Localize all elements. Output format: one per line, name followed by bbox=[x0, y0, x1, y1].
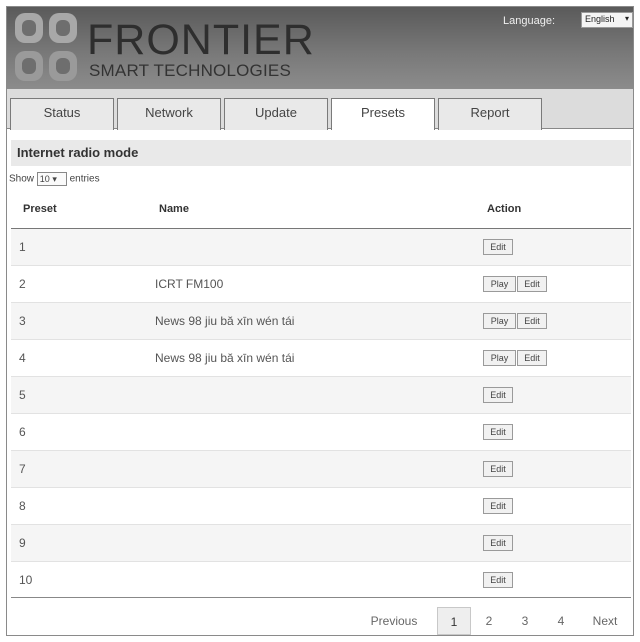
preset-number: 2 bbox=[19, 277, 26, 291]
tab-status[interactable]: Status bbox=[10, 98, 114, 130]
play-button[interactable]: Play bbox=[483, 350, 516, 366]
tab-presets[interactable]: Presets bbox=[331, 98, 435, 130]
entries-length-control: Show 10 ▾ entries bbox=[9, 172, 100, 186]
edit-button[interactable]: Edit bbox=[483, 498, 513, 514]
column-header-action[interactable]: Action bbox=[487, 203, 521, 215]
table-row: 10 Edit bbox=[11, 562, 631, 599]
preset-name: News 98 jiu bă xīn wén tái bbox=[155, 314, 295, 328]
table-row: 5 Edit bbox=[11, 377, 631, 414]
tab-network[interactable]: Network bbox=[117, 98, 221, 130]
pagination-page-2[interactable]: 2 bbox=[477, 607, 501, 635]
table-footer-divider bbox=[11, 597, 631, 598]
section-title: Internet radio mode bbox=[11, 140, 631, 166]
pagination-page-4[interactable]: 4 bbox=[549, 607, 573, 635]
column-header-name[interactable]: Name bbox=[159, 203, 189, 215]
column-header-preset[interactable]: Preset bbox=[23, 203, 57, 215]
table-row: 9 Edit bbox=[11, 525, 631, 562]
table-row: 2 ICRT FM100 Play Edit bbox=[11, 266, 631, 303]
preset-number: 4 bbox=[19, 351, 26, 365]
edit-button[interactable]: Edit bbox=[483, 535, 513, 551]
app-frame: FRONTIER SMART TECHNOLOGIES Language: En… bbox=[6, 6, 634, 636]
preset-number: 5 bbox=[19, 388, 26, 402]
pagination-next[interactable]: Next bbox=[583, 607, 627, 635]
table-row: 7 Edit bbox=[11, 451, 631, 488]
brand-subtitle: SMART TECHNOLOGIES bbox=[89, 61, 291, 80]
preset-number: 3 bbox=[19, 314, 26, 328]
tab-report[interactable]: Report bbox=[438, 98, 542, 130]
preset-number: 1 bbox=[19, 240, 26, 254]
table-row: 1 Edit bbox=[11, 229, 631, 266]
preset-name: ICRT FM100 bbox=[155, 277, 224, 291]
preset-number: 9 bbox=[19, 536, 26, 550]
brand-name: FRONTIER bbox=[87, 16, 315, 64]
entries-suffix: entries bbox=[69, 173, 100, 185]
preset-name: News 98 jiu bă xīn wén tái bbox=[155, 351, 295, 365]
entries-prefix: Show bbox=[9, 173, 35, 185]
preset-number: 7 bbox=[19, 462, 26, 476]
preset-number: 8 bbox=[19, 499, 26, 513]
table-row: 3 News 98 jiu bă xīn wén tái Play Edit bbox=[11, 303, 631, 340]
edit-button[interactable]: Edit bbox=[483, 424, 513, 440]
tab-update[interactable]: Update bbox=[224, 98, 328, 130]
chevron-down-icon: ▾ bbox=[624, 14, 629, 23]
preset-number: 6 bbox=[19, 425, 26, 439]
pagination-previous[interactable]: Previous bbox=[363, 607, 425, 635]
table-row: 4 News 98 jiu bă xīn wén tái Play Edit bbox=[11, 340, 631, 377]
play-button[interactable]: Play bbox=[483, 313, 516, 329]
table-row: 8 Edit bbox=[11, 488, 631, 525]
pagination-page-1[interactable]: 1 bbox=[437, 607, 471, 635]
tab-bar: Status Network Update Presets Report bbox=[7, 89, 633, 130]
language-label: Language: bbox=[503, 15, 555, 27]
preset-number: 10 bbox=[19, 573, 33, 587]
language-select[interactable]: English ▾ bbox=[581, 12, 633, 28]
edit-button[interactable]: Edit bbox=[517, 350, 547, 366]
header-banner: FRONTIER SMART TECHNOLOGIES Language: En… bbox=[7, 7, 633, 89]
entries-value: 10 bbox=[39, 174, 50, 184]
edit-button[interactable]: Edit bbox=[483, 572, 513, 588]
entries-select[interactable]: 10 ▾ bbox=[36, 172, 67, 186]
language-selected-value: English bbox=[585, 14, 615, 24]
edit-button[interactable]: Edit bbox=[517, 276, 547, 292]
pagination-page-3[interactable]: 3 bbox=[513, 607, 537, 635]
chevron-down-icon: ▾ bbox=[52, 174, 57, 184]
edit-button[interactable]: Edit bbox=[483, 387, 513, 403]
edit-button[interactable]: Edit bbox=[483, 239, 513, 255]
table-row: 6 Edit bbox=[11, 414, 631, 451]
frontier-logo-icon bbox=[15, 13, 77, 81]
edit-button[interactable]: Edit bbox=[517, 313, 547, 329]
edit-button[interactable]: Edit bbox=[483, 461, 513, 477]
play-button[interactable]: Play bbox=[483, 276, 516, 292]
